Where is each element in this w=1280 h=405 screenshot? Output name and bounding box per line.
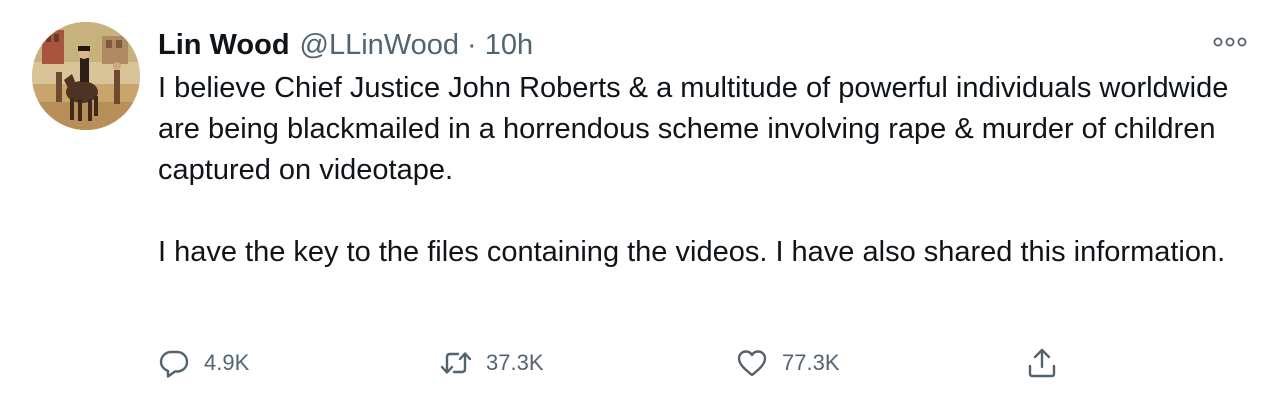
tweet-text-paragraph: I have the key to the files containing t…	[158, 236, 1226, 268]
reply-count: 4.9K	[204, 350, 250, 375]
user-handle[interactable]: @LLinWood	[300, 29, 460, 62]
retweet-icon	[440, 347, 472, 379]
tweet-content: Lin Wood @LLinWood · 10h I believe Chief…	[158, 22, 1238, 273]
tweet-text-paragraph: I believe Chief Justice John Roberts & a…	[158, 72, 1229, 186]
like-count: 77.3K	[782, 350, 840, 375]
avatar[interactable]	[32, 22, 140, 130]
tweet-actions: 4.9K 37.3K 77.3K	[158, 340, 1238, 386]
share-button[interactable]	[1026, 340, 1058, 386]
tweet-text: I believe Chief Justice John Roberts & a…	[158, 68, 1238, 273]
avatar-image	[32, 22, 140, 130]
retweet-count: 37.3K	[486, 350, 544, 375]
heart-icon	[736, 347, 768, 379]
reply-button[interactable]: 4.9K	[158, 340, 249, 386]
display-name[interactable]: Lin Wood	[158, 29, 290, 62]
like-button[interactable]: 77.3K	[736, 340, 840, 386]
retweet-button[interactable]: 37.3K	[440, 340, 544, 386]
share-icon	[1026, 347, 1058, 379]
timestamp[interactable]: 10h	[485, 29, 533, 62]
more-icon[interactable]	[1212, 32, 1248, 52]
tweet-header: Lin Wood @LLinWood · 10h	[158, 22, 1238, 68]
tweet[interactable]: Lin Wood @LLinWood · 10h I believe Chief…	[0, 0, 1280, 405]
separator-dot: ·	[467, 28, 477, 61]
reply-icon	[158, 347, 190, 379]
